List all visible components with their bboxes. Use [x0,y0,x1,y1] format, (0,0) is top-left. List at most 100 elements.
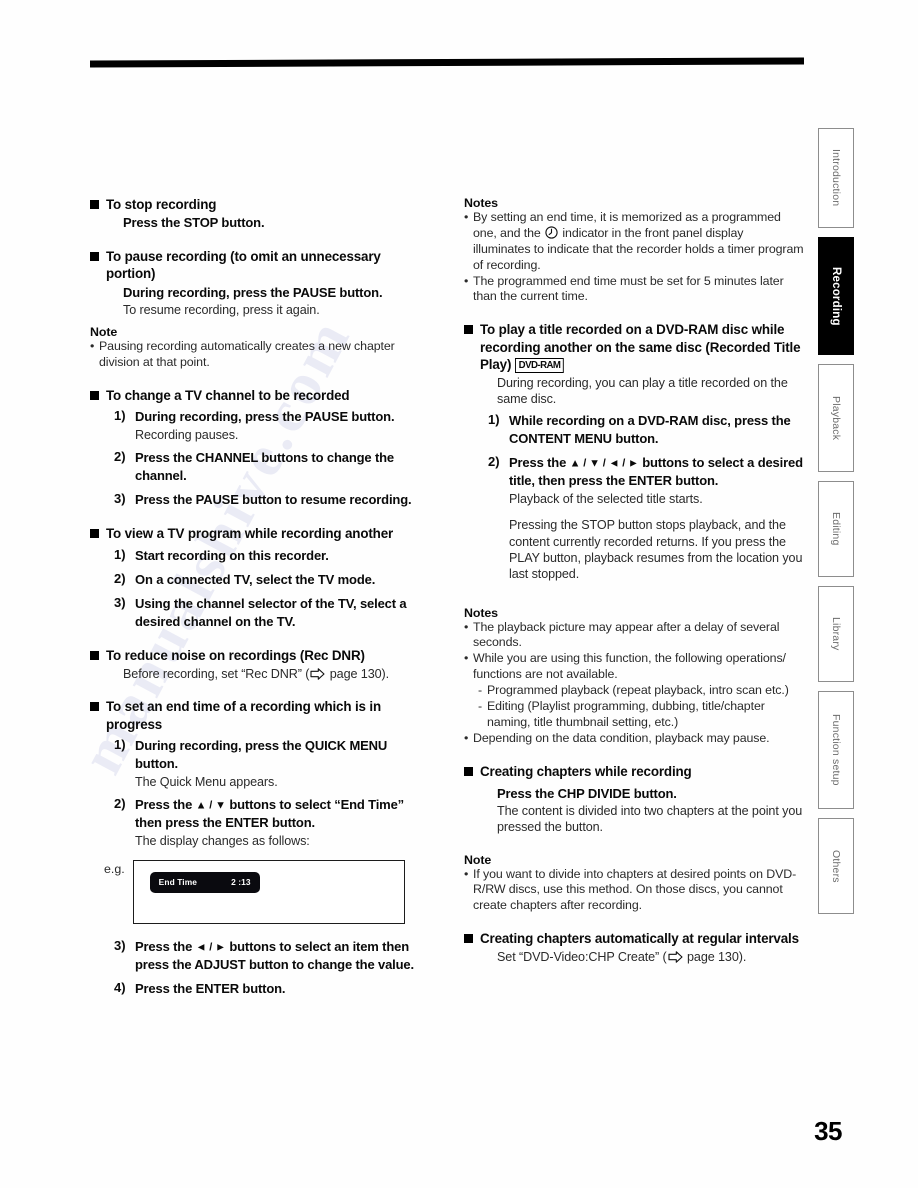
heading-text: To stop recording [106,197,217,212]
list-item: 2) Press the ▲ / ▼ buttons to select “En… [114,796,430,849]
notes-heading: Notes [464,605,498,620]
step-body: During recording, press the PAUSE button… [135,408,430,443]
step-body: Start recording on this recorder. [135,547,430,565]
note-item: • If you want to divide into chapters at… [464,867,804,915]
updown-arrow-icon: ▲ / ▼ [195,799,226,812]
sidebar-tab-function-setup[interactable]: Function setup [818,691,854,809]
note-item: • The playback picture may appear after … [464,620,804,652]
note-item: • While you are using this function, the… [464,651,804,683]
note-heading: Note [464,852,492,867]
step-number: 1) [114,736,126,752]
heading-text: To reduce noise on recordings (Rec DNR) [106,647,365,663]
dash-bullet-icon: - [478,698,483,713]
sidebar-tab-library[interactable]: Library [818,586,854,682]
instruction-resume-recording: To resume recording, press it again. [123,302,320,317]
timer-clock-icon [545,226,558,239]
bullet-dot-icon: • [464,651,469,666]
step-body: On a connected TV, select the TV mode. [135,571,430,589]
example-figure: e.g. End Time 2 :13 [104,859,430,924]
note-subitem: - Programmed playback (repeat playback, … [478,683,804,699]
bullet-dot-icon: • [464,866,469,881]
instruction-chp-create: Set “DVD-Video:CHP Create” ( page 130). [497,949,804,965]
instruction-recorded-title-play: During recording, you can play a title r… [497,376,788,407]
note-item: • Pausing recording automatically create… [90,339,430,371]
square-bullet-icon [90,650,99,660]
list-item: 1) During recording, press the QUICK MEN… [114,737,430,790]
list-item: 1) During recording, press the PAUSE but… [114,408,430,443]
note-subtext: Editing (Playlist programming, dubbing, … [487,698,765,729]
instruction-text-before: Set “DVD-Video:CHP Create” ( [497,950,667,965]
step-body: During recording, press the QUICK MENU b… [135,737,430,790]
note-text: By setting an end time, it is memorized … [473,210,804,274]
note-item: • The programmed end time must be set fo… [464,274,804,306]
step-subtext-2: Pressing the STOP button stops playback,… [509,518,803,582]
step-list-recorded-title-play: 1) While recording on a DVD-RAM disc, pr… [464,412,804,583]
manual-page: manualshive.com Introduction Recording P… [0,0,918,1188]
square-bullet-icon [90,702,99,712]
step-text: Press the ◄ / ► buttons to select an ite… [135,939,414,972]
step-body: Press the ◄ / ► buttons to select an ite… [135,938,430,974]
section-heading-pause-recording: To pause recording (to omit an unnecessa… [90,248,430,283]
body-columns: To stop recording Press the STOP button.… [90,196,804,1004]
step-number: 1) [114,546,126,562]
step-body: Press the ENTER button. [135,980,430,998]
square-bullet-icon [90,200,99,209]
bullet-dot-icon: • [464,730,469,745]
step-number: 2) [114,570,126,586]
sidebar-tab-playback[interactable]: Playback [818,364,854,472]
step-body: Press the ▲ / ▼ / ◄ / ► buttons to selec… [509,454,804,583]
step-text-a: Press the [135,797,196,813]
bullet-dot-icon: • [464,210,469,224]
note-text: The programmed end time must be set for … [473,273,784,304]
step-text-a: Press the [509,454,570,470]
section-heading-auto-chapters: Creating chapters automatically at regul… [464,930,804,947]
heading-text: To change a TV channel to be recorded [106,387,350,403]
step-subtext: Playback of the selected title starts. [509,491,703,506]
note-text: If you want to divide into chapters at d… [473,866,797,913]
step-subtext: Recording pauses. [135,428,239,443]
step-number: 1) [488,411,500,427]
right-column: Notes • By setting an end time, it is me… [464,196,804,1004]
instruction-chp-divide-detail: The content is divided into two chapters… [497,803,803,835]
note-item: • Depending on the data condition, playb… [464,731,804,747]
sidebar-tab-label: Editing [830,512,842,546]
step-list-change-channel: 1) During recording, press the PAUSE but… [90,408,430,509]
note-text: Depending on the data condition, playbac… [473,730,770,745]
step-subtext: The display changes as follows: [135,834,310,849]
step-text: While recording on a DVD-RAM disc, press… [509,412,791,446]
step-body: Using the channel selector of the TV, se… [135,595,430,631]
sidebar-tab-introduction[interactable]: Introduction [818,128,854,228]
step-subtext: The Quick Menu appears. [135,774,278,789]
list-item: 2) Press the ▲ / ▼ / ◄ / ► buttons to se… [488,454,804,583]
list-item: 3) Press the ◄ / ► buttons to select an … [114,938,430,974]
step-list-set-end-time-cont: 3) Press the ◄ / ► buttons to select an … [90,938,430,998]
note-subtext: Programmed playback (repeat playback, in… [487,683,789,698]
step-number: 2) [114,449,126,465]
bullet-dot-icon: • [90,338,95,353]
step-number: 2) [114,796,126,812]
left-column: To stop recording Press the STOP button.… [90,196,430,1004]
heading-text: Creating chapters while recording [480,763,692,779]
sidebar-tab-recording[interactable]: Recording [818,237,854,355]
square-bullet-icon [464,934,473,944]
square-bullet-icon [464,766,473,776]
note-subitem: - Editing (Playlist programming, dubbing… [478,699,804,731]
section-heading-reduce-noise: To reduce noise on recordings (Rec DNR) [90,647,430,664]
sidebar-tab-others[interactable]: Others [818,818,854,914]
step-text: On a connected TV, select the TV mode. [135,571,376,587]
heading-text: To set an end time of a recording which … [106,699,381,732]
section-heading-creating-chapters: Creating chapters while recording [464,763,804,780]
instruction-pause-recording: During recording, press the PAUSE button… [123,284,383,300]
step-text: Using the channel selector of the TV, se… [135,595,407,629]
instruction-chp-divide: Press the CHP DIVIDE button. [497,785,677,801]
square-bullet-icon [90,252,99,262]
step-text: Start recording on this recorder. [135,547,329,563]
step-text: Press the CHANNEL buttons to change the … [135,450,394,484]
sidebar-tab-editing[interactable]: Editing [818,481,854,577]
note-item: • By setting an end time, it is memorize… [464,210,804,274]
note-text: While you are using this function, the f… [473,651,786,682]
step-body: Press the PAUSE button to resume recordi… [135,491,430,509]
instruction-text-after: page 130). [326,666,389,681]
step-number: 3) [114,937,126,953]
square-bullet-icon [464,325,473,335]
